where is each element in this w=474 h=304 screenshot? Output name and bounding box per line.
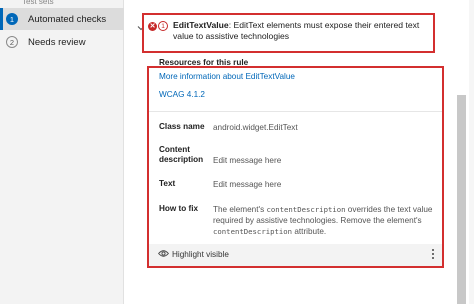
left-nav: Test sets 1 Automated checks 2 Needs rev… [0,0,124,304]
nav-item-automated-checks[interactable]: 1 Automated checks [0,8,124,30]
class-name-label: Class name [159,122,205,131]
step-number: 2 [6,36,18,48]
eye-icon [158,250,169,257]
highlight-visible-toggle[interactable]: Highlight visible [172,250,229,259]
content-description-value: Edit message here [213,156,282,165]
error-x-icon: ✕ [148,21,157,31]
fix-text: attribute. [292,227,327,236]
error-badge: ✕ 1 [148,21,168,31]
class-name-value: android.widget.EditText [213,123,298,132]
nav-top-partial: Test sets [22,0,54,6]
nav-item-label: Automated checks [28,13,107,25]
divider [149,111,442,112]
how-to-fix-value: The element's contentDescription overrid… [213,204,438,237]
fix-code: contentDescription [213,227,293,236]
text-label: Text [159,179,176,188]
more-options-icon[interactable] [431,248,435,260]
more-info-link[interactable]: More information about EditTextValue [159,72,295,81]
fix-code: contentDescription [266,205,346,214]
rule-title: EditTextValue: EditText elements must ex… [173,20,431,42]
scrollbar-thumb[interactable] [457,95,466,304]
error-count: 1 [158,21,168,31]
nav-item-needs-review[interactable]: 2 Needs review [0,31,124,53]
step-number: 1 [6,13,18,25]
nav-item-label: Needs review [28,36,86,48]
rule-name: EditTextValue [173,20,229,30]
fix-text: The element's [213,205,267,214]
wcag-link[interactable]: WCAG 4.1.2 [159,90,205,99]
text-value: Edit message here [213,180,282,189]
how-to-fix-label: How to fix [159,204,199,213]
content-description-label: Content description [159,145,204,164]
